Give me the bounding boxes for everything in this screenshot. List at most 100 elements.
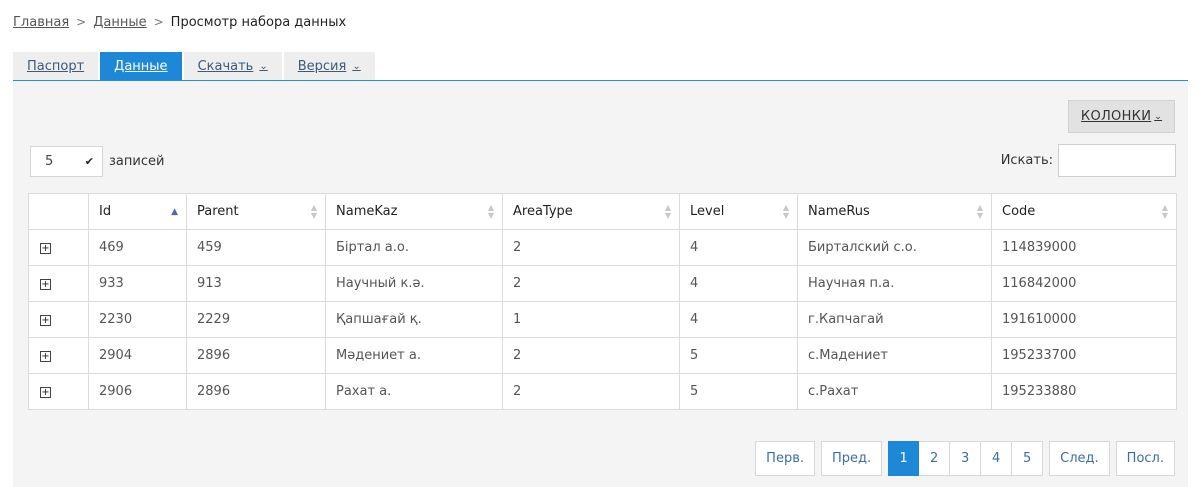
tab-passport[interactable]: Паспорт [13, 52, 99, 80]
table-row: + 469 459 Біртал а.о. 2 4 Бирталский с.о… [28, 229, 1177, 266]
search-control: Искать: [1001, 144, 1176, 177]
cell-level: 5 [679, 337, 798, 374]
tab-bar: Паспорт Данные Скачать ⌄ Версия ⌄ [13, 52, 1188, 81]
tab-data-label: Данные [114, 58, 168, 74]
expand-plus-icon[interactable]: + [40, 387, 51, 398]
sort-icon: ▲ ▼ [782, 202, 789, 220]
cell-id: 469 [88, 229, 187, 266]
table-row: + 933 913 Научный к.ә. 2 4 Научная п.а. … [28, 265, 1177, 302]
header-namekaz[interactable]: NameKaz ▲ ▼ [325, 193, 503, 230]
cell-parent: 459 [186, 229, 326, 266]
pagination-page-4[interactable]: 4 [981, 441, 1013, 476]
cell-areatype: 2 [502, 229, 680, 266]
pagination-page-2[interactable]: 2 [919, 441, 951, 476]
cell-level: 5 [679, 373, 798, 410]
cell-id: 933 [88, 265, 187, 302]
sort-icon: ▲ ▼ [664, 202, 671, 220]
cell-namerus: с.Рахат [797, 373, 992, 410]
cell-id: 2906 [88, 373, 187, 410]
header-level[interactable]: Level ▲ ▼ [679, 193, 798, 230]
expand-plus-icon[interactable]: + [40, 243, 51, 254]
page-length-label: записей [109, 154, 165, 169]
pagination: Перв. Пред. 1 2 3 4 5 След. Посл. [755, 441, 1175, 476]
tab-version-label: Версия [297, 58, 347, 74]
breadcrumb-current: Просмотр набора данных [170, 14, 347, 30]
columns-button-label: КОЛОНКИ [1080, 109, 1152, 124]
breadcrumb-separator-icon: > [76, 15, 87, 29]
cell-code: 116842000 [991, 265, 1177, 302]
cell-namekaz: Рахат а. [325, 373, 503, 410]
columns-button[interactable]: КОЛОНКИ ⌄ [1068, 100, 1175, 133]
cell-namekaz: Қапшағай қ. [325, 301, 503, 338]
cell-parent: 2229 [186, 301, 326, 338]
expand-cell: + [28, 301, 89, 338]
tab-download[interactable]: Скачать ⌄ [183, 52, 282, 80]
breadcrumb-data-link[interactable]: Данные [93, 15, 146, 30]
header-areatype-label: AreaType [513, 204, 573, 219]
search-label: Искать: [1000, 153, 1053, 168]
header-id-label: Id [99, 204, 112, 219]
expand-plus-icon[interactable]: + [40, 351, 51, 362]
expand-cell: + [28, 229, 89, 266]
cell-code: 195233880 [991, 373, 1177, 410]
header-expand [28, 193, 89, 230]
header-namerus[interactable]: NameRus ▲ ▼ [797, 193, 992, 230]
pagination-page-5[interactable]: 5 [1012, 441, 1044, 476]
table-row: + 2904 2896 Мәдениет а. 2 5 с.Мадениет 1… [28, 337, 1177, 374]
cell-code: 191610000 [991, 301, 1177, 338]
header-namekaz-label: NameKaz [336, 204, 398, 219]
cell-namerus: с.Мадениет [797, 337, 992, 374]
tab-version[interactable]: Версия ⌄ [283, 52, 375, 80]
sort-icon: ▲ ▼ [976, 202, 983, 220]
pagination-page-3[interactable]: 3 [950, 441, 982, 476]
cell-namekaz: Біртал а.о. [325, 229, 503, 266]
pagination-last-button[interactable]: Посл. [1115, 441, 1175, 476]
page-length-select[interactable]: 5 ✔ [30, 146, 103, 177]
cell-id: 2230 [88, 301, 187, 338]
sort-icon: ▲ ▼ [310, 202, 317, 220]
cell-code: 195233700 [991, 337, 1177, 374]
cell-level: 4 [679, 229, 798, 266]
cell-areatype: 2 [502, 265, 680, 302]
cell-parent: 2896 [186, 337, 326, 374]
tab-data[interactable]: Данные [100, 52, 182, 80]
expand-cell: + [28, 373, 89, 410]
header-areatype[interactable]: AreaType ▲ ▼ [502, 193, 680, 230]
pagination-first-button[interactable]: Перв. [755, 441, 815, 476]
cell-code: 114839000 [991, 229, 1177, 266]
pagination-next-button[interactable]: След. [1049, 441, 1110, 476]
tab-download-label: Скачать [197, 58, 254, 74]
header-namerus-label: NameRus [808, 204, 870, 219]
cell-namekaz: Мәдениет а. [325, 337, 503, 374]
search-input[interactable] [1058, 144, 1176, 177]
chevron-down-icon: ⌄ [1154, 111, 1163, 122]
cell-namerus: Бирталский с.о. [797, 229, 992, 266]
pagination-page-1[interactable]: 1 [888, 441, 920, 476]
header-code[interactable]: Code ▲ ▼ [991, 193, 1177, 230]
cell-areatype: 2 [502, 373, 680, 410]
chevron-down-icon: ⌄ [352, 60, 361, 72]
table-row: + 2906 2896 Рахат а. 2 5 с.Рахат 1952338… [28, 373, 1177, 410]
chevron-down-icon: ⌄ [259, 60, 268, 72]
expand-plus-icon[interactable]: + [40, 315, 51, 326]
expand-plus-icon[interactable]: + [40, 279, 51, 290]
header-code-label: Code [1002, 204, 1036, 219]
cell-parent: 913 [186, 265, 326, 302]
cell-level: 4 [679, 301, 798, 338]
table-header-row: Id ▲ Parent ▲ ▼ NameKaz ▲ ▼ AreaType ▲ ▼ Le… [28, 193, 1177, 230]
cell-parent: 2896 [186, 373, 326, 410]
data-table: Id ▲ Parent ▲ ▼ NameKaz ▲ ▼ AreaType ▲ ▼ Le… [28, 193, 1177, 410]
header-parent[interactable]: Parent ▲ ▼ [186, 193, 326, 230]
tab-passport-label: Паспорт [27, 58, 85, 74]
table-row: + 2230 2229 Қапшағай қ. 1 4 г.Капчагай 1… [28, 301, 1177, 338]
expand-cell: + [28, 337, 89, 374]
cell-areatype: 2 [502, 337, 680, 374]
cell-id: 2904 [88, 337, 187, 374]
breadcrumb-home-link[interactable]: Главная [13, 15, 69, 30]
breadcrumb: Главная > Данные > Просмотр набора данны… [13, 11, 346, 33]
cell-namerus: Научная п.а. [797, 265, 992, 302]
header-id[interactable]: Id ▲ [88, 193, 187, 230]
sort-icon: ▲ ▼ [1161, 202, 1168, 220]
header-parent-label: Parent [197, 204, 239, 219]
pagination-prev-button[interactable]: Пред. [821, 441, 883, 476]
